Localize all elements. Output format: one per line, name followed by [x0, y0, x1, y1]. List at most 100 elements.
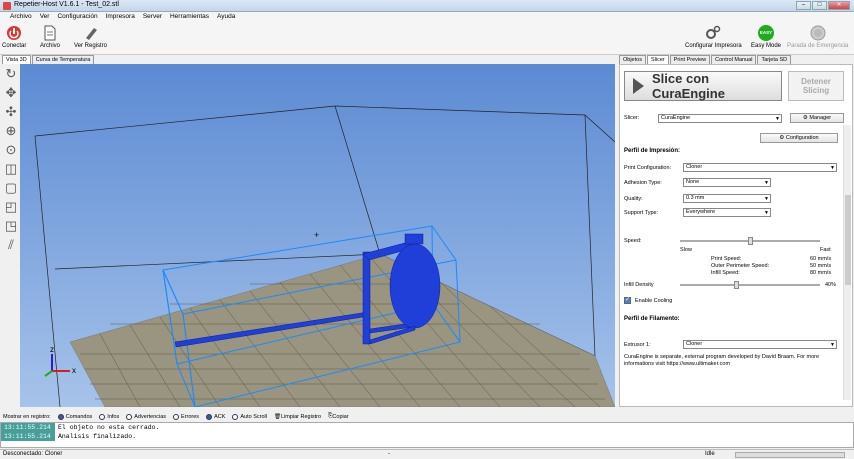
tab-temperature-curve[interactable]: Curva de Temperatura — [31, 55, 95, 64]
status-separator: - — [388, 451, 390, 457]
menu-ayuda[interactable]: Ayuda — [213, 12, 239, 23]
svg-text:x: x — [72, 366, 76, 375]
speed-slider-thumb[interactable] — [748, 237, 753, 245]
cooling-checkbox[interactable]: ✓ — [624, 297, 631, 304]
front-view-icon[interactable]: ▢ — [3, 180, 19, 196]
adhesion-select[interactable]: None ▼ — [683, 178, 771, 187]
iso-view-icon[interactable]: ◫ — [3, 161, 19, 177]
support-select[interactable]: Everywhere ▼ — [683, 208, 771, 217]
power-icon — [6, 25, 22, 41]
tab-manual-control[interactable]: Control Manual — [711, 55, 757, 64]
log-ack-toggle[interactable]: ACK — [206, 413, 225, 420]
quality-label: Quality: — [624, 196, 643, 202]
copy-log-button[interactable]: ⎘ Copiar — [328, 413, 349, 420]
file-button[interactable]: Archivo — [40, 25, 60, 49]
rotate-icon[interactable]: ↻ — [3, 66, 19, 82]
move-object-icon[interactable]: ✣ — [3, 104, 19, 120]
clear-log-button[interactable]: 🗑 Limpiar Registro — [274, 414, 321, 420]
menu-archivo[interactable]: Archivo — [6, 12, 36, 23]
show-log-button[interactable]: Ver Registro — [74, 25, 107, 49]
quality-select[interactable]: 0.3 mm ▼ — [683, 194, 771, 203]
adhesion-label: Adhesion Type: — [624, 180, 662, 186]
cooling-label: Enable Cooling — [635, 298, 673, 304]
stop-slicing-button[interactable]: Detener Slicing — [788, 71, 844, 101]
autoscroll-label: Auto Scroll — [240, 413, 267, 420]
emergency-stop-button[interactable]: Parada de Emergencia — [787, 25, 848, 49]
log-infos-toggle[interactable]: Infos — [99, 413, 119, 420]
printer-config-button[interactable]: Configurar Impresora — [685, 25, 742, 49]
infill-slider-thumb[interactable] — [734, 281, 739, 289]
easy-mode-icon: EASY — [758, 25, 774, 41]
panel-scrollbar-thumb[interactable] — [845, 195, 851, 285]
curaengine-note: CuraEngine is separate, external program… — [624, 354, 820, 367]
svg-text:z: z — [50, 345, 54, 354]
toolbar: Conectar Archivo Ver Registro Configurar… — [0, 23, 854, 55]
tab-print-preview[interactable]: Print Preview — [669, 55, 711, 64]
slicer-panel: Slice con CuraEngine Detener Slicing Sli… — [619, 64, 853, 407]
minimize-button[interactable]: – — [796, 1, 811, 10]
gears-icon — [705, 25, 721, 41]
pencil-icon — [83, 25, 99, 41]
quality-value: 0.3 mm — [686, 195, 705, 201]
move-icon[interactable]: ✥ — [3, 85, 19, 101]
print-config-label: Print Configuration: — [624, 165, 672, 171]
menu-configuracion[interactable]: Configuración — [53, 12, 101, 23]
chevron-down-icon: ▼ — [830, 342, 835, 348]
log-area[interactable]: 13:11:55.214 El objeto no esta cerrado. … — [0, 422, 854, 448]
easy-mode-button[interactable]: EASY Easy Mode — [751, 25, 781, 49]
infill-slider-track[interactable] — [680, 284, 820, 286]
zoom-fit-icon[interactable]: ⊙ — [3, 142, 19, 158]
log-errors-toggle[interactable]: Errores — [173, 413, 199, 420]
slicer-select-value: CuraEngine — [661, 115, 691, 121]
log-toolbar: Mostrar en registro: Comandos Infos Adve… — [0, 411, 854, 422]
tab-3d-view[interactable]: Vista 3D — [2, 55, 31, 64]
menu-bar: Archivo Ver Configuración Impresora Serv… — [0, 12, 854, 23]
side-view-icon[interactable]: ◳ — [3, 218, 19, 234]
menu-server[interactable]: Server — [139, 12, 166, 23]
radio-off-icon — [232, 413, 239, 420]
chevron-down-icon: ▼ — [764, 180, 769, 186]
top-view-icon[interactable]: ◰ — [3, 199, 19, 215]
slicer-select[interactable]: CuraEngine ▼ — [658, 114, 782, 123]
connection-status: Desconectado: Cloner — [3, 451, 63, 457]
print-config-select[interactable]: Cloner ▼ — [683, 163, 837, 172]
file-label: Archivo — [40, 43, 61, 49]
slice-button-label: Slice con CuraEngine — [652, 71, 725, 101]
filament-profile-heading: Perfil de Filamento: — [624, 316, 680, 322]
radio-off-icon — [173, 413, 180, 420]
extruder-select[interactable]: Cloner ▼ — [683, 340, 837, 349]
infill-speed-label: Infill Speed: — [711, 270, 740, 276]
tab-sd-card[interactable]: Tarjeta SD — [757, 55, 792, 64]
support-label: Support Type: — [624, 210, 659, 216]
menu-impresora[interactable]: Impresora — [102, 12, 139, 23]
infill-value: 40% — [825, 282, 837, 288]
clear-log-label: Limpiar Registro — [280, 413, 322, 420]
show-log-label: Ver Registro — [74, 43, 108, 49]
manager-button[interactable]: ⚙ Manager — [790, 113, 844, 123]
tab-objects[interactable]: Objetos — [619, 55, 646, 64]
3d-viewport[interactable]: + z x — [20, 64, 616, 408]
close-button[interactable]: ✕ — [828, 1, 850, 10]
configuration-button[interactable]: ⚙ Configuration — [760, 133, 838, 143]
connect-button[interactable]: Conectar — [2, 25, 26, 49]
menu-herramientas[interactable]: Herramientas — [166, 12, 213, 23]
zoom-in-icon[interactable]: ⊕ — [3, 123, 19, 139]
log-row: 13:11:55.214 El objeto no esta cerrado. — [1, 423, 853, 432]
maximize-button[interactable]: □ — [812, 1, 827, 10]
easy-badge: EASY — [758, 25, 774, 41]
log-autoscroll-toggle[interactable]: Auto Scroll — [232, 413, 267, 420]
radio-off-icon — [99, 413, 106, 420]
easy-mode-label: Easy Mode — [751, 43, 782, 49]
window-controls: – □ ✕ — [796, 1, 850, 10]
menu-ver[interactable]: Ver — [36, 12, 54, 23]
slice-button[interactable]: Slice con CuraEngine — [624, 71, 782, 101]
tab-slicer[interactable]: Slicer — [646, 55, 669, 64]
trash-icon: 🗑 — [273, 413, 281, 420]
log-commands-toggle[interactable]: Comandos — [57, 413, 92, 420]
printer-config-label: Configurar Impresora — [685, 43, 742, 49]
panel-scrollbar[interactable] — [843, 125, 851, 400]
connect-label: Conectar — [2, 43, 27, 49]
log-warnings-toggle[interactable]: Advertencias — [126, 413, 166, 420]
log-filter-label: Mostrar en registro: — [3, 413, 51, 420]
parallel-lines-icon[interactable]: ⫽ — [3, 237, 19, 253]
